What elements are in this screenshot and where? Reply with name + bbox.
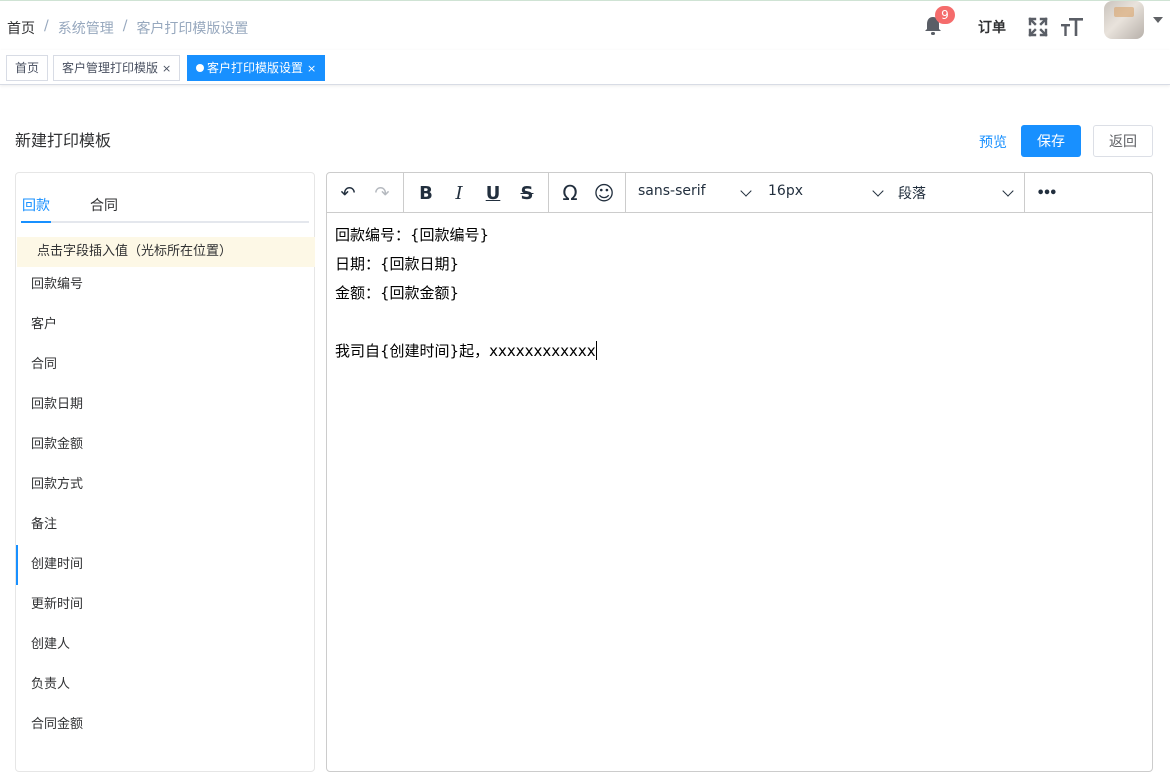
chevron-down-icon (1002, 185, 1014, 197)
tag-customer-print-template[interactable]: 客户管理打印模版 × (53, 55, 181, 81)
field-item[interactable]: 回款方式 (16, 465, 314, 505)
font-family-value: sans-serif (638, 183, 706, 199)
editor-toolbar: ↶ ↷ B I U S Ω ☺ sans-serif 16px 段落 ••• (327, 173, 1152, 213)
breadcrumb-item-current: 客户打印模版设置 (136, 21, 249, 37)
text-size-icon[interactable] (1061, 16, 1083, 38)
tags-view: 首页 客户管理打印模版 × 客户打印模版设置 × (0, 50, 1170, 85)
underline-icon[interactable]: U (480, 181, 506, 205)
insert-group: Ω ☺ (549, 173, 626, 213)
breadcrumb-item-system: 系统管理 (57, 21, 114, 37)
content-line-text: 我司自{创建时间}起，xxxxxxxxxxxx (335, 342, 596, 360)
close-icon[interactable]: × (307, 62, 316, 75)
font-family-select[interactable]: sans-serif (626, 173, 758, 213)
font-size-value: 16px (768, 183, 803, 199)
content-line (335, 308, 597, 337)
chevron-down-icon (740, 185, 752, 197)
undo-icon[interactable]: ↶ (335, 181, 361, 205)
save-button[interactable]: 保存 (1021, 125, 1081, 157)
field-item[interactable]: 负责人 (16, 665, 314, 705)
avatar[interactable] (1104, 1, 1144, 39)
navbar: 首页 / 系统管理 / 客户打印模版设置 9 订单 (0, 0, 1170, 50)
field-item[interactable]: 备注 (16, 505, 314, 545)
font-size-select[interactable]: 16px (758, 173, 888, 213)
back-button[interactable]: 返回 (1093, 125, 1153, 157)
format-group: B I U S (404, 173, 549, 213)
field-item[interactable]: 更新时间 (16, 585, 314, 625)
preview-link[interactable]: 预览 (979, 132, 1007, 152)
active-dot-icon (196, 64, 204, 72)
insert-hint: 点击字段插入值（光标所在位置） (17, 237, 315, 267)
tab-payment[interactable]: 回款 (22, 195, 50, 215)
block-format-select[interactable]: 段落 (888, 173, 1025, 213)
editor-content[interactable]: 回款编号：{回款编号} 日期：{回款日期} 金额：{回款金额} 我司自{创建时间… (335, 221, 597, 366)
close-icon[interactable]: × (162, 62, 171, 75)
field-item[interactable]: 回款金额 (16, 425, 314, 465)
field-item[interactable]: 合同金额 (16, 705, 314, 745)
redo-icon[interactable]: ↷ (369, 181, 395, 205)
bold-icon[interactable]: B (413, 181, 439, 205)
breadcrumb-separator: / (44, 18, 49, 34)
block-format-value: 段落 (898, 186, 926, 202)
tag-label: 首页 (15, 61, 40, 75)
style-selects-group: sans-serif 16px 段落 (626, 173, 1025, 213)
content-line: 金额：{回款金额} (335, 284, 460, 302)
page-title: 新建打印模板 (15, 131, 112, 150)
content-line: 日期：{回款日期} (335, 255, 460, 273)
rich-text-editor: ↶ ↷ B I U S Ω ☺ sans-serif 16px 段落 ••• 回… (326, 172, 1153, 772)
breadcrumb-separator: / (122, 18, 128, 34)
field-item[interactable]: 客户 (16, 305, 314, 345)
field-item[interactable]: 回款日期 (16, 385, 314, 425)
tag-home[interactable]: 首页 (6, 55, 49, 81)
field-item[interactable]: 创建人 (16, 625, 314, 665)
special-char-icon[interactable]: Ω (557, 181, 583, 205)
chevron-down-icon (872, 185, 884, 197)
tag-label: 客户管理打印模版 (62, 61, 159, 75)
order-link[interactable]: 订单 (978, 17, 1006, 37)
tag-print-template-settings[interactable]: 客户打印模版设置 × (187, 55, 326, 81)
content-line-last: 我司自{创建时间}起，xxxxxxxxxxxx (335, 337, 597, 366)
field-panel: 回款 合同 点击字段插入值（光标所在位置） 回款编号 客户 合同 回款日期 回款… (15, 172, 315, 772)
history-group: ↶ ↷ (327, 173, 404, 213)
field-tabs: 回款 合同 (21, 183, 309, 223)
field-item[interactable]: 合同 (16, 345, 314, 385)
breadcrumb: 首页 / 系统管理 / 客户打印模版设置 (7, 18, 248, 38)
caret-down-icon[interactable] (1153, 17, 1163, 23)
fullscreen-icon[interactable] (1028, 17, 1048, 37)
field-item-highlighted[interactable]: 创建时间 (16, 545, 314, 585)
content-line: 回款编号：{回款编号} (335, 226, 490, 244)
notification-badge: 9 (935, 6, 955, 24)
tab-contract[interactable]: 合同 (90, 195, 118, 215)
italic-icon[interactable]: I (446, 181, 472, 205)
more-icon[interactable]: ••• (1033, 181, 1059, 205)
strikethrough-icon[interactable]: S (514, 181, 540, 205)
text-cursor (595, 341, 597, 360)
field-list: 回款编号 客户 合同 回款日期 回款金额 回款方式 备注 创建时间 更新时间 创… (16, 265, 314, 745)
tag-label: 客户打印模版设置 (207, 61, 304, 75)
field-item[interactable]: 回款编号 (16, 265, 314, 305)
emoji-icon[interactable]: ☺ (591, 181, 617, 205)
tab-active-indicator (21, 221, 51, 223)
breadcrumb-item-home[interactable]: 首页 (7, 18, 35, 38)
